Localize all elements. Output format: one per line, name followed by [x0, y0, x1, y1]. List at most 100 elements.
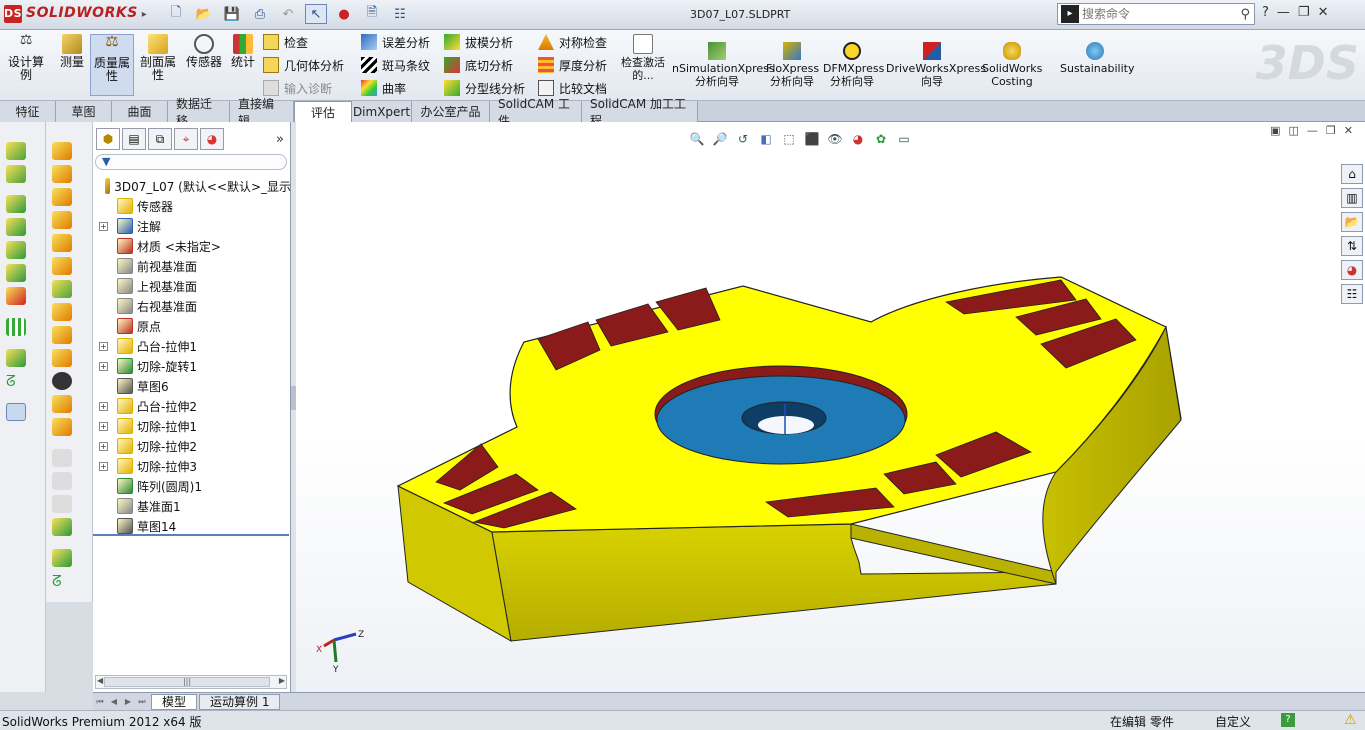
search-icon[interactable]: ⚲ [1240, 7, 1250, 22]
tab-5[interactable]: 直接编辑 [230, 97, 294, 128]
expand-icon[interactable]: + [99, 441, 108, 451]
scroll-left-icon[interactable]: ◀ [97, 676, 103, 685]
view-settings-icon[interactable]: ▭ [895, 130, 913, 148]
restore-icon[interactable]: ❐ [1298, 5, 1310, 20]
feature-tool-12[interactable] [52, 395, 72, 413]
tree-item[interactable]: 阵列(圆周)1 [93, 476, 291, 496]
tab-model[interactable]: 模型 [151, 693, 198, 710]
sensor-button[interactable]: 传感器 [182, 34, 226, 69]
tree-rollback-bar[interactable] [93, 534, 289, 536]
tool-icon-3[interactable] [6, 195, 26, 213]
floxpress-button[interactable]: FloXpress 分析向导 [766, 42, 819, 88]
tree-filter[interactable]: ▼ [95, 154, 287, 170]
rebuild-icon[interactable]: ● [333, 4, 355, 24]
tool-icon-7[interactable] [6, 287, 26, 305]
curve-icon[interactable] [6, 349, 26, 367]
tree-item[interactable]: + 凸台-拉伸1 [93, 336, 291, 356]
tree-root[interactable]: 3D07_L07 (默认<<默认>_显示 [93, 176, 291, 196]
zebra-stripes-button[interactable]: 斑马条纹 [361, 55, 430, 75]
horizontal-scrollbar[interactable]: ◀ ||| ▶ [95, 675, 287, 689]
feature-tool-3[interactable] [52, 188, 72, 206]
tool-icon-5[interactable] [6, 241, 26, 259]
help-question-icon[interactable]: ? [1281, 713, 1295, 727]
new-document-icon[interactable]: 🗋 [165, 4, 187, 24]
print-icon[interactable]: ⎙ [249, 4, 271, 24]
feature-tool-17[interactable] [52, 518, 72, 536]
solidworks-menu[interactable]: DS SOLIDWORKS ▸ [4, 5, 147, 23]
edit-appearance-icon[interactable]: ◕ [849, 130, 867, 148]
tree-item[interactable]: + 注解 [93, 216, 291, 236]
expand-icon[interactable]: + [99, 401, 108, 411]
help-icon[interactable]: ? [1262, 5, 1269, 20]
design-library-icon[interactable]: ▥ [1341, 188, 1363, 208]
propertymanager-tab-icon[interactable]: ▤ [122, 128, 146, 150]
dimxpert-tab-icon[interactable]: ⌖ [174, 128, 198, 150]
last-tab-icon[interactable]: ⏭ [135, 697, 149, 707]
appearances-icon[interactable]: ◕ [1341, 260, 1363, 280]
rebuild-warning-icon[interactable]: ⚠ [1344, 712, 1357, 728]
options-icon[interactable]: ☷ [389, 4, 411, 24]
previous-view-icon[interactable]: ↺ [734, 130, 752, 148]
symmetry-check-button[interactable]: 对称检查 [538, 32, 607, 52]
tree-item[interactable]: + 凸台-拉伸2 [93, 396, 291, 416]
tool-icon-2[interactable] [6, 165, 26, 183]
search-input[interactable] [1082, 7, 1222, 21]
tree-item[interactable]: 基准面1 [93, 496, 291, 516]
tool-icon-1[interactable] [6, 142, 26, 160]
feature-tool-10[interactable] [52, 349, 72, 367]
feature-tool-9[interactable] [52, 326, 72, 344]
sustainability-button[interactable]: Sustainability [1060, 42, 1134, 75]
save-icon[interactable]: 💾 [221, 4, 243, 24]
undercut-analysis-button[interactable]: 底切分析 [444, 55, 513, 75]
tab-7[interactable]: DimXpert [352, 101, 412, 122]
tree-item[interactable]: 上视基准面 [93, 276, 291, 296]
select-arrow-icon[interactable]: ↖ [305, 4, 327, 24]
tool-icon-4[interactable] [6, 218, 26, 236]
feature-tool-4[interactable] [52, 211, 72, 229]
split-icon[interactable]: ◫ [1289, 124, 1299, 137]
instant3d-icon[interactable] [6, 403, 26, 421]
home-icon[interactable]: ⌂ [1341, 164, 1363, 184]
file-properties-icon[interactable]: 🗎 [361, 4, 383, 24]
first-tab-icon[interactable]: ⏮ [93, 697, 107, 707]
tree-item[interactable]: 前视基准面 [93, 256, 291, 276]
costing-button[interactable]: SolidWorks Costing [982, 42, 1042, 88]
expand-icon[interactable]: + [99, 341, 108, 351]
feature-tool-7[interactable] [52, 280, 72, 298]
section-properties-button[interactable]: 剖面属性 [136, 34, 180, 82]
tree-item[interactable]: 材质 <未指定> [93, 236, 291, 256]
scroll-thumb[interactable]: ||| [104, 677, 270, 687]
vp-restore-icon[interactable]: ❐ [1326, 124, 1336, 137]
tab-3[interactable]: 曲面 [112, 101, 168, 122]
design-study-button[interactable]: ⚖ 设计算例 [4, 33, 48, 82]
thickness-analysis-button[interactable]: 厚度分析 [538, 55, 607, 75]
file-explorer-icon[interactable]: 📂 [1341, 212, 1363, 232]
check-active-button[interactable]: 检查激活的... [620, 34, 666, 82]
curvature-button[interactable]: 曲率 [361, 78, 406, 98]
spline-icon[interactable]: ᘔ [6, 372, 26, 390]
configurationmanager-tab-icon[interactable]: ⧉ [148, 128, 172, 150]
tile-icon[interactable]: ▣ [1270, 124, 1280, 137]
vp-close-icon[interactable]: ✕ [1344, 124, 1353, 137]
zoom-to-area-icon[interactable]: 🔎 [711, 130, 729, 148]
display-manager-tab-icon[interactable]: ◕ [200, 128, 224, 150]
statistics-button[interactable]: 统计 [221, 34, 265, 69]
expand-icon[interactable]: + [99, 461, 108, 471]
tab-4[interactable]: 数据迁移 [168, 97, 230, 128]
display-style-icon[interactable]: ⬛ [803, 130, 821, 148]
feature-tool-5[interactable] [52, 234, 72, 252]
pattern-icon[interactable] [6, 318, 26, 336]
graphics-area[interactable]: Z Y X 🔍 🔎 ↺ ◧ ⬚ ⬛ 👁 ◕ ✿ ▭ ▣ ◫ — ❐ ✕ ⌂ ▥ … [296, 122, 1365, 692]
view-palette-icon[interactable]: ⇅ [1341, 236, 1363, 256]
expand-icon[interactable]: + [99, 421, 108, 431]
mass-properties-button[interactable]: ⚖ 质量属性 [90, 34, 134, 96]
tree-item[interactable]: 原点 [93, 316, 291, 336]
tree-item[interactable]: 草图14 [93, 516, 291, 536]
feature-tool-13[interactable] [52, 418, 72, 436]
tree-item[interactable]: 草图6 [93, 376, 291, 396]
tool-icon-6[interactable] [6, 264, 26, 282]
zoom-to-fit-icon[interactable]: 🔍 [688, 130, 706, 148]
tab-6[interactable]: 评估 [294, 101, 352, 122]
feature-tool-1[interactable] [52, 142, 72, 160]
featuremanager-tab-icon[interactable]: ⬢ [96, 128, 120, 150]
